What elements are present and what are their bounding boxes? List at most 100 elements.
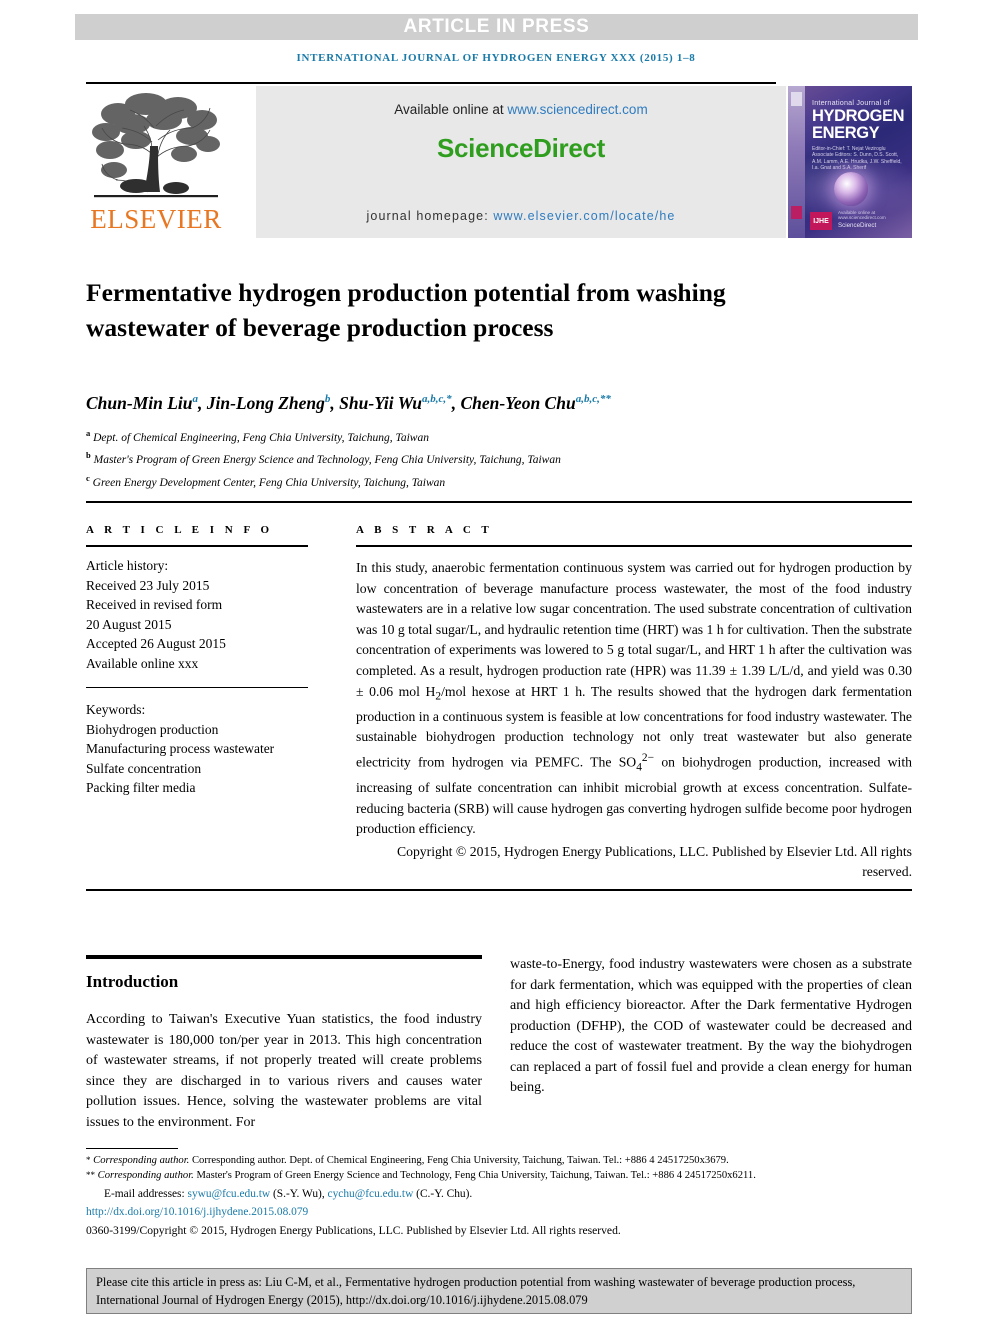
author-name: Chun-Min Liu [86,393,193,413]
page-title: Fermentative hydrogen production potenti… [86,278,726,343]
cover-spine-publisher-mark [791,92,802,106]
author-name: Chen-Yeon Chu [460,393,576,413]
affiliation-marker: a [86,428,91,438]
author-list: Chun-Min Liua, Jin-Long Zhengb, Shu-Yii … [86,393,611,413]
introduction-heading: Introduction [86,972,179,991]
elsevier-tree-icon [92,93,220,198]
footnote-corresponding-1: * Corresponding author. Corresponding au… [86,1153,912,1168]
affiliation-marker: b [86,450,91,461]
email-link-1[interactable]: sywu@fcu.edu.tw [188,1188,271,1200]
history-item: Available online xxx [86,655,199,671]
article-history-label: Article history: [86,558,169,573]
affiliation-text: Master's Program of Green Energy Science… [93,454,561,467]
abstract-end-divider [86,889,912,891]
article-info-rule [86,545,308,547]
abstract-part-1: In this study, anaerobic fermentation co… [356,560,912,699]
email-link-2[interactable]: cychu@fcu.edu.tw [328,1188,414,1200]
affiliation-list: a Dept. of Chemical Engineering, Feng Ch… [86,425,886,492]
journal-homepage-url[interactable]: www.elsevier.com/locate/he [493,209,675,223]
keyword-item: Packing filter media [86,780,196,795]
keyword-item: Sulfate concentration [86,760,202,776]
keyword-item: Biohydrogen production [86,721,219,737]
introduction-rule [86,955,482,959]
email-label: E-mail addresses: [104,1187,185,1200]
footnote-text: Corresponding author. Dept. of Chemical … [191,1155,729,1166]
affiliation-text: Dept. of Chemical Engineering, Feng Chia… [93,431,429,444]
footnote-text: Master's Program of Green Energy Science… [196,1170,756,1182]
footnote-divider [86,1148,178,1149]
affiliation-item: c Green Energy Development Center, Feng … [86,470,886,492]
email-owner-1: (S.-Y. Wu), [273,1187,325,1200]
article-in-press-banner: ARTICLE IN PRESS [75,14,918,40]
article-info-label: A R T I C L E I N F O [86,524,274,536]
cover-title: HYDROGEN ENERGY [812,108,910,142]
affiliation-item: a Dept. of Chemical Engineering, Feng Ch… [86,425,886,447]
journal-running-head: INTERNATIONAL JOURNAL OF HYDROGEN ENERGY… [296,52,696,64]
history-item: Accepted 26 August 2015 [86,636,226,651]
cover-spine-badge-mark [791,206,802,219]
info-section-divider [86,501,912,503]
footnote-marker: ** [86,1170,95,1181]
author-affil-marker: a [192,393,199,406]
keywords-label: Keywords: [86,702,146,717]
footnote-marker: * [86,1155,91,1165]
cover-sphere-graphic [834,172,868,206]
doi-link[interactable]: http://dx.doi.org/10.1016/j.ijhydene.201… [86,1205,912,1220]
introduction-column-left: Introduction According to Taiwan's Execu… [86,955,482,1133]
affiliation-item: b Master's Program of Green Energy Scien… [86,447,886,469]
author-affil-marker: b [324,393,331,406]
abstract-rule [356,545,912,547]
email-owner-2: (C.-Y. Chu). [416,1187,473,1200]
keyword-item: Manufacturing process wastewater [86,741,275,756]
author-affil-marker: a,b,c,** [575,393,611,406]
journal-cover-thumbnail: International Journal of HYDROGEN ENERGY… [788,86,912,238]
introduction-text-right: waste-to-Energy, food industry wastewate… [510,957,912,1095]
affiliation-marker: c [86,472,90,483]
footnotes-section: * Corresponding author. Corresponding au… [86,1153,912,1238]
header-divider [86,82,776,84]
cover-editors: Editor-in-Chief: T. Nejat Veziroglu Asso… [812,146,902,172]
article-history-block: Article history: Received 23 July 2015 R… [86,556,308,673]
footnote-label: Corresponding author. [97,1170,194,1182]
citation-notice-box: Please cite this article in press as: Li… [86,1268,912,1314]
introduction-text-left: According to Taiwan's Executive Yuan sta… [86,1012,482,1130]
history-item: 20 August 2015 [86,616,172,632]
so4-superscript: 2− [641,752,655,765]
sciencedirect-wordmark: ScienceDirect [436,133,606,163]
introduction-column-right: waste-to-Energy, food industry wastewate… [510,955,912,1099]
cover-sciencedirect-note: Available online at www.sciencedirect.co… [838,210,886,220]
abstract-section: A B S T R A C T In this study, anaerobic… [356,524,912,883]
journal-homepage-line: journal homepage: www.elsevier.com/locat… [256,209,786,223]
issn-copyright-line: 0360-3199/Copyright © 2015, Hydrogen Ene… [86,1223,621,1237]
abstract-body: In this study, anaerobic fermentation co… [356,558,912,840]
cover-sciencedirect-logo: ScienceDirect [838,222,877,229]
history-item: Received 23 July 2015 [86,577,210,593]
abstract-copyright: Copyright © 2015, Hydrogen Energy Public… [396,843,912,880]
cover-ijhe-badge: IJHE [810,212,832,230]
journal-homepage-label: journal homepage: [366,209,494,223]
available-online-line: Available online at www.sciencedirect.co… [256,102,786,117]
cover-spine [788,86,805,238]
affiliation-text: Green Energy Development Center, Feng Ch… [92,476,446,489]
author-affil-marker: a,b,c,* [422,393,452,406]
cover-subtitle: International Journal of [812,98,890,107]
cover-title-line1: HYDROGEN [812,107,905,125]
elsevier-wordmark: ELSEVIER [90,204,222,234]
author-name: Jin-Long Zheng [206,393,325,413]
article-info-section: A R T I C L E I N F O Article history: R… [86,524,308,798]
paper-page: ARTICLE IN PRESS INTERNATIONAL JOURNAL O… [0,0,992,1323]
footnote-emails: E-mail addresses: sywu@fcu.edu.tw (S.-Y.… [86,1187,912,1202]
history-item: Received in revised form [86,597,223,612]
masthead: ELSEVIER Available online at www.science… [86,86,912,238]
footnote-corresponding-2: ** Corresponding author. Master's Progra… [86,1168,912,1183]
elsevier-logo: ELSEVIER [86,86,226,238]
sciencedirect-url[interactable]: www.sciencedirect.com [507,102,647,117]
abstract-label: A B S T R A C T [356,524,493,536]
cover-title-line2: ENERGY [812,124,880,142]
footnote-label: Corresponding author. [93,1155,190,1166]
keywords-block: Keywords: Biohydrogen production Manufac… [86,700,308,798]
author-name: Shu-Yii Wu [339,393,423,413]
keywords-divider [86,687,308,688]
available-online-text: Available online at [394,102,508,117]
sciencedirect-box: Available online at www.sciencedirect.co… [256,86,786,238]
